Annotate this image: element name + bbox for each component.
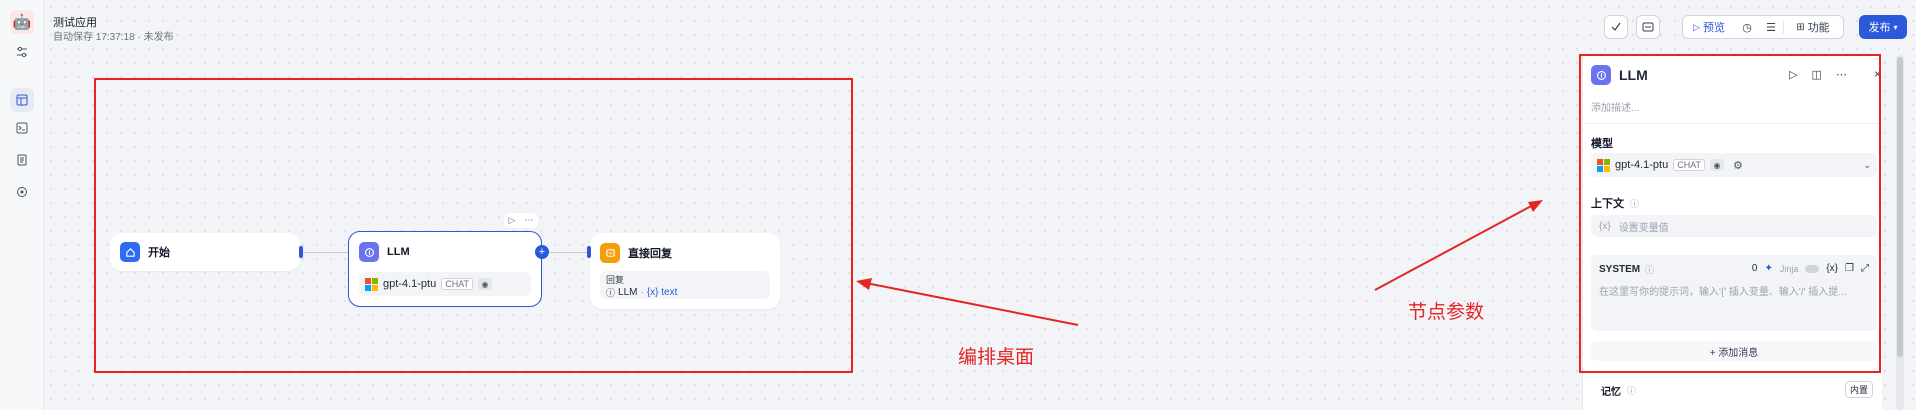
panel-annotation-label: 节点参数	[1408, 302, 1485, 323]
memory-section: 记忆 ⓘ	[1601, 383, 1636, 398]
arrow-to-panel	[1374, 203, 1536, 291]
help-icon[interactable]: ⓘ	[1627, 384, 1636, 397]
scrollbar-thumb[interactable]	[1897, 57, 1903, 357]
canvas-annotation-label: 编排桌面	[958, 347, 1035, 368]
memory-badge: 内置	[1845, 381, 1874, 398]
panel-scrollbar[interactable]	[1896, 55, 1904, 410]
arrowhead-panel	[1528, 200, 1543, 212]
arrowhead-canvas	[856, 278, 872, 290]
arrow-to-canvas	[865, 282, 1079, 326]
panel-annotation-box	[1579, 54, 1881, 373]
memory-label: 记忆	[1601, 387, 1621, 398]
